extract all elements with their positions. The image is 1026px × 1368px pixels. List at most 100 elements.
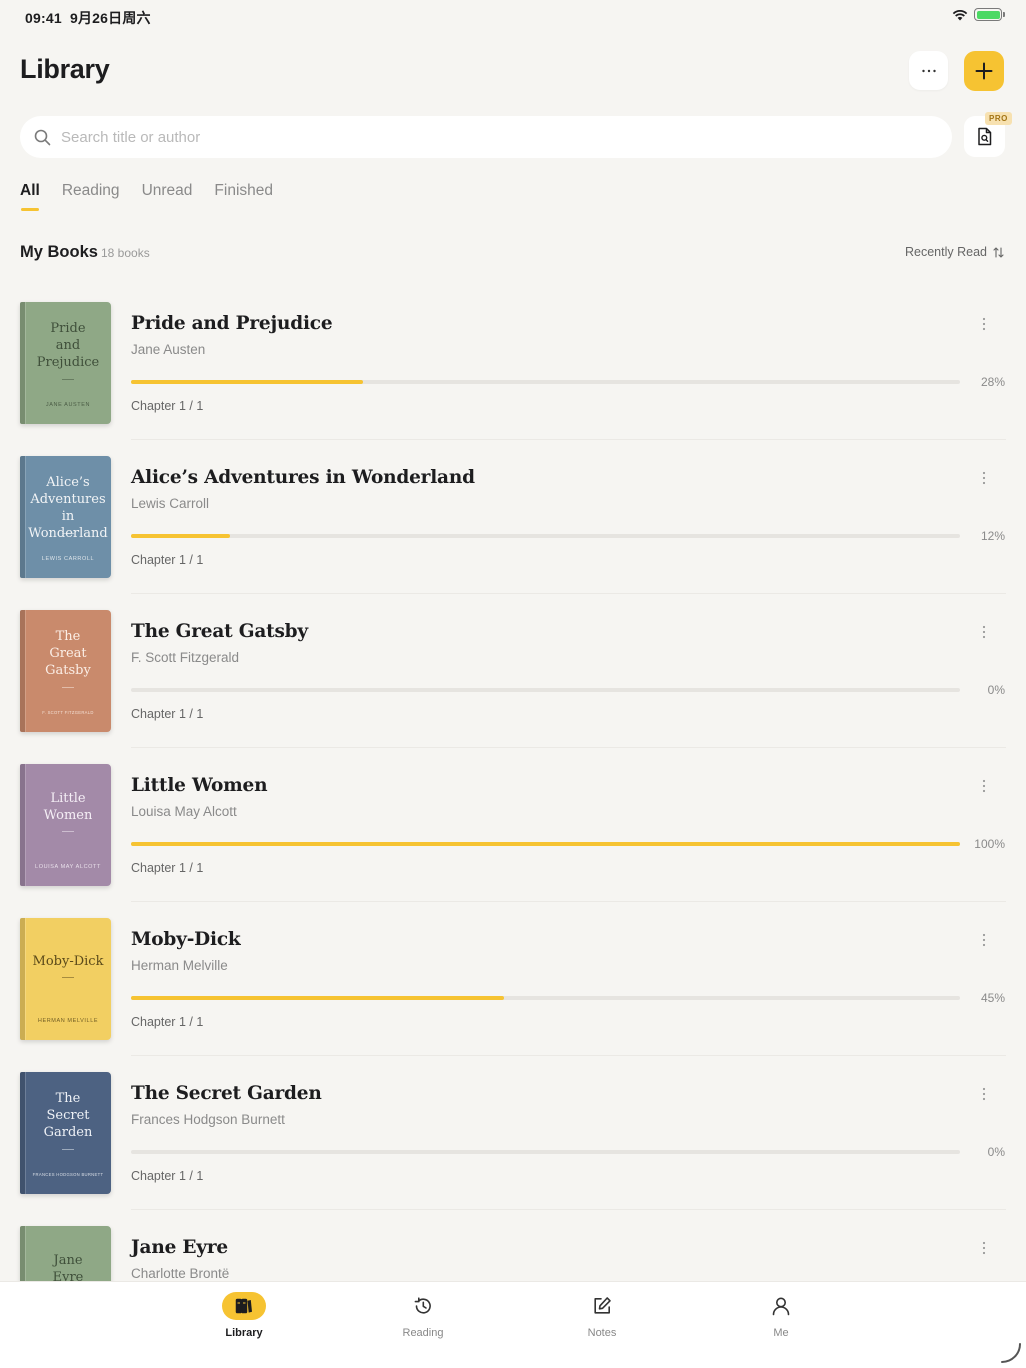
edit-note-icon (594, 1297, 611, 1314)
cover-author: JANE AUSTEN (45, 402, 91, 408)
tabbar-label: Library (225, 1327, 263, 1339)
plus-icon (975, 62, 993, 80)
progress-bar (131, 1150, 960, 1154)
cover-author: LOUISA MAY ALCOTT (35, 864, 101, 870)
book-cover: Moby-Dick HERMAN MELVILLE (20, 918, 111, 1040)
book-cover: Pride and Prejudice JANE AUSTEN (20, 302, 111, 424)
progress-fill (131, 842, 960, 846)
tabbar-reading[interactable]: Reading (378, 1292, 468, 1339)
filter-tabs: All Reading Unread Finished (20, 182, 273, 211)
progress-percent: 0% (987, 683, 1005, 697)
tabbar-label: Me (773, 1327, 789, 1339)
book-row[interactable]: Jane Eyre Jane Eyre Charlotte Brontë (0, 1210, 1026, 1281)
book-row[interactable]: Pride and Prejudice JANE AUSTEN Pride and P… (0, 286, 1026, 440)
book-title: Alice’s Adventures in Wonderland (131, 467, 475, 488)
tab-finished[interactable]: Finished (214, 182, 273, 200)
cover-author: HERMAN MELVILLE (37, 1018, 99, 1024)
book-title: Moby-Dick (131, 929, 241, 950)
tabbar-library[interactable]: Library (199, 1292, 289, 1339)
book-options-button[interactable] (974, 930, 994, 950)
book-author: Charlotte Brontë (131, 1266, 230, 1281)
sort-icon (993, 246, 1004, 258)
tabbar-me[interactable]: Me (736, 1292, 826, 1339)
progress-bar (131, 842, 960, 846)
book-row[interactable]: The Secret Garden FRANCES HODGSON BURNETT T… (0, 1056, 1026, 1210)
book-author: Louisa May Alcott (131, 804, 237, 819)
progress-percent: 28% (980, 375, 1005, 389)
book-title: The Secret Garden (131, 1083, 322, 1104)
vertical-ellipsis-icon (982, 1087, 986, 1101)
progress-percent: 0% (987, 1145, 1005, 1159)
status-time: 09:41 9月26日周六 (25, 10, 151, 26)
progress-percent: 100% (974, 837, 1005, 851)
book-options-button[interactable] (974, 468, 994, 488)
vertical-ellipsis-icon (982, 933, 986, 947)
book-author: Jane Austen (131, 342, 206, 357)
cover-title: The Secret Garden (43, 1091, 93, 1141)
tabbar-label: Notes (587, 1327, 617, 1339)
tabbar-notes[interactable]: Notes (557, 1292, 647, 1339)
status-date: 9月26日周六 (70, 10, 151, 26)
cover-author: F. SCOTT FITZGERALD (42, 710, 94, 715)
progress-bar (131, 688, 960, 692)
book-title: Pride and Prejudice (131, 313, 333, 334)
chapter-label: Chapter 1 / 1 (131, 1169, 204, 1183)
section-title: My Books (20, 243, 98, 261)
book-count: 18 books (101, 246, 150, 260)
book-options-button[interactable] (974, 1084, 994, 1104)
cover-title: Moby-Dick (32, 954, 104, 969)
wifi-icon (952, 9, 968, 20)
book-title: The Great Gatsby (131, 621, 308, 642)
book-options-button[interactable] (974, 314, 994, 334)
cover-author: FRANCES HODGSON BURNETT (32, 1172, 104, 1177)
search-icon (34, 129, 51, 145)
progress-fill (131, 380, 364, 384)
book-cover: Little Women LOUISA MAY ALCOTT (20, 764, 111, 886)
book-list: Pride and Prejudice JANE AUSTEN Pride and P… (0, 286, 1026, 1281)
vertical-ellipsis-icon (982, 1241, 986, 1255)
progress-fill (131, 996, 505, 1000)
cover-title: Jane Eyre (52, 1253, 84, 1281)
book-options-button[interactable] (974, 1238, 994, 1258)
vertical-ellipsis-icon (982, 471, 986, 485)
cover-author: LEWIS CARROLL (41, 556, 95, 562)
book-options-button[interactable] (974, 622, 994, 642)
book-row[interactable]: The Great Gatsby F. SCOTT FITZGERALD The Gr… (0, 594, 1026, 748)
history-icon (414, 1297, 431, 1314)
book-author: Frances Hodgson Burnett (131, 1112, 285, 1127)
books-icon (235, 1298, 252, 1314)
resize-handle-icon (1001, 1343, 1021, 1363)
book-title: Little Women (131, 775, 268, 796)
vertical-ellipsis-icon (982, 779, 986, 793)
progress-bar (131, 534, 960, 538)
tab-reading[interactable]: Reading (62, 182, 120, 200)
search-bar[interactable] (20, 116, 952, 158)
ellipsis-icon (921, 69, 936, 72)
book-cover: Alice’s Adventures in Wonderland LEWIS CARR… (20, 456, 111, 578)
book-author: F. Scott Fitzgerald (131, 650, 240, 665)
book-author: Herman Melville (131, 958, 228, 973)
book-row[interactable]: Moby-Dick HERMAN MELVILLE Moby-Dick Herma… (0, 902, 1026, 1056)
sort-button[interactable]: Recently Read (905, 245, 1004, 259)
tabbar-label: Reading (402, 1327, 444, 1339)
document-search-icon (978, 127, 992, 146)
progress-fill (131, 534, 231, 538)
more-button[interactable] (909, 51, 948, 90)
book-options-button[interactable] (974, 776, 994, 796)
chapter-label: Chapter 1 / 1 (131, 553, 204, 567)
book-cover: The Secret Garden FRANCES HODGSON BURNETT (20, 1072, 111, 1194)
status-bar: 09:41 9月26日周六 (0, 0, 1026, 34)
book-author: Lewis Carroll (131, 496, 210, 511)
book-cover: Jane Eyre (20, 1226, 111, 1281)
book-row[interactable]: Little Women LOUISA MAY ALCOTT Little Wome… (0, 748, 1026, 902)
tab-unread[interactable]: Unread (142, 182, 193, 200)
search-input[interactable] (61, 128, 881, 146)
vertical-ellipsis-icon (982, 625, 986, 639)
tab-all[interactable]: All (20, 182, 40, 211)
chapter-label: Chapter 1 / 1 (131, 399, 204, 413)
page-title: Library (20, 54, 110, 84)
book-row[interactable]: Alice’s Adventures in Wonderland LEWIS CARR… (0, 440, 1026, 594)
progress-bar (131, 996, 960, 1000)
add-book-button[interactable] (964, 51, 1004, 91)
battery-charging-icon (974, 8, 1005, 21)
